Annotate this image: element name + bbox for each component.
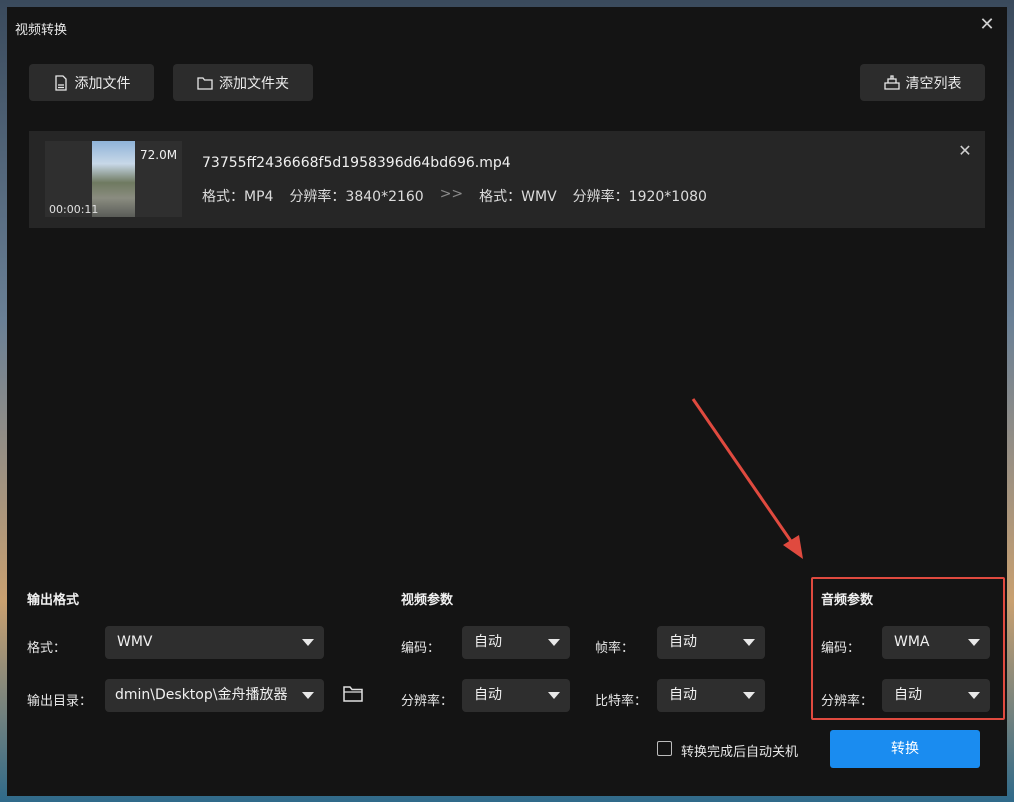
video-thumbnail: 72.0M 00:00:11 (45, 141, 182, 217)
caret-down-icon (743, 639, 755, 646)
add-file-label: 添加文件 (74, 75, 131, 92)
caret-down-icon (548, 692, 560, 699)
framerate-select[interactable]: 自动 (657, 626, 765, 659)
window-title: 视频转换 (15, 23, 68, 38)
format-select[interactable]: WMV (105, 626, 324, 659)
output-dir-value: dmin\Desktop\金舟播放器 (115, 687, 288, 703)
auto-shutdown-label: 转换完成后自动关机 (681, 745, 799, 760)
broom-icon (883, 74, 900, 90)
convert-button[interactable]: 转换 (830, 730, 980, 768)
format-label: 格式： (27, 641, 67, 656)
file-size: 72.0M (140, 148, 178, 162)
add-folder-label: 添加文件夹 (219, 75, 289, 92)
close-icon[interactable]: ✕ (977, 15, 997, 35)
video-resolution-select[interactable]: 自动 (462, 679, 570, 712)
remove-file-icon[interactable]: ✕ (957, 143, 973, 159)
add-folder-button[interactable]: 添加文件夹 (173, 64, 313, 101)
bitrate-select[interactable]: 自动 (657, 679, 765, 712)
add-file-button[interactable]: 添加文件 (29, 64, 154, 101)
open-folder-icon[interactable] (343, 685, 363, 703)
video-section-title: 视频参数 (401, 593, 454, 608)
bitrate-label: 比特率： (595, 694, 648, 709)
video-codec-label: 编码： (401, 641, 441, 656)
output-dir-label: 输出目录： (27, 694, 93, 709)
output-dir-select[interactable]: dmin\Desktop\金舟播放器 (105, 679, 324, 712)
format-select-value: WMV (117, 634, 153, 650)
framerate-label: 帧率： (595, 641, 635, 656)
file-duration: 00:00:11 (49, 203, 99, 216)
folder-icon (197, 76, 213, 90)
double-chevron-icon: >> (439, 186, 464, 202)
caret-down-icon (743, 692, 755, 699)
annotation-arrow-icon (691, 398, 803, 559)
file-list-item: 72.0M 00:00:11 73755ff2436668f5d1958396d… (29, 131, 985, 228)
clear-list-button[interactable]: 清空列表 (860, 64, 985, 101)
output-section-title: 输出格式 (27, 593, 80, 608)
target-resolution: 分辨率：1920*1080 (572, 189, 707, 205)
file-icon (54, 74, 67, 91)
video-resolution-label: 分辨率： (401, 694, 454, 709)
source-format: 格式：MP4 (202, 189, 274, 205)
caret-down-icon (302, 692, 314, 699)
thumbnail-image (92, 141, 135, 217)
auto-shutdown-checkbox[interactable] (657, 741, 672, 756)
video-convert-dialog: 视频转换 ✕ 添加文件 添加文件夹 清空列表 72.0M 00:00:11 73… (7, 7, 1007, 796)
caret-down-icon (548, 639, 560, 646)
video-codec-select[interactable]: 自动 (462, 626, 570, 659)
source-resolution: 分辨率：3840*2160 (289, 189, 424, 205)
target-format: 格式：WMV (479, 189, 557, 205)
clear-list-label: 清空列表 (905, 75, 962, 92)
caret-down-icon (302, 639, 314, 646)
file-conversion-info: 格式：MP4 分辨率：3840*2160 >> 格式：WMV 分辨率：1920*… (202, 186, 723, 206)
file-name: 73755ff2436668f5d1958396d64bd696.mp4 (202, 155, 511, 171)
audio-params-highlight (811, 577, 1005, 720)
